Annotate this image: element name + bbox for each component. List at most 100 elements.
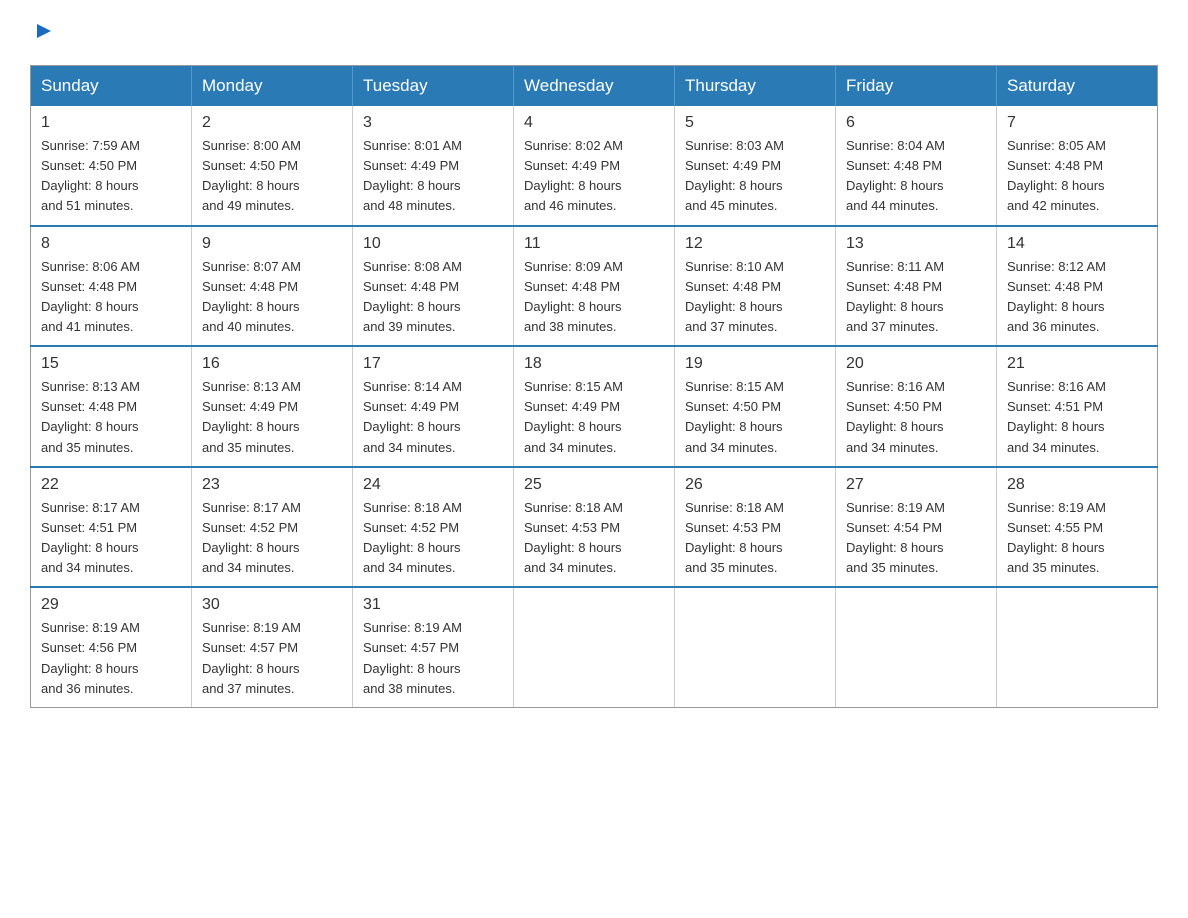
calendar-cell: 21 Sunrise: 8:16 AM Sunset: 4:51 PM Dayl… bbox=[997, 346, 1158, 467]
logo-arrow-icon bbox=[33, 20, 55, 47]
day-number: 10 bbox=[363, 235, 503, 253]
day-info: Sunrise: 8:17 AM Sunset: 4:51 PM Dayligh… bbox=[41, 498, 181, 579]
calendar-cell: 3 Sunrise: 8:01 AM Sunset: 4:49 PM Dayli… bbox=[353, 106, 514, 226]
day-header-saturday: Saturday bbox=[997, 66, 1158, 107]
day-info: Sunrise: 8:19 AM Sunset: 4:55 PM Dayligh… bbox=[1007, 498, 1147, 579]
day-number: 26 bbox=[685, 476, 825, 494]
calendar-cell: 11 Sunrise: 8:09 AM Sunset: 4:48 PM Dayl… bbox=[514, 226, 675, 347]
day-number: 9 bbox=[202, 235, 342, 253]
day-info: Sunrise: 8:18 AM Sunset: 4:53 PM Dayligh… bbox=[524, 498, 664, 579]
calendar-cell: 30 Sunrise: 8:19 AM Sunset: 4:57 PM Dayl… bbox=[192, 587, 353, 707]
day-number: 5 bbox=[685, 114, 825, 132]
day-number: 20 bbox=[846, 355, 986, 373]
calendar-cell: 27 Sunrise: 8:19 AM Sunset: 4:54 PM Dayl… bbox=[836, 467, 997, 588]
day-number: 28 bbox=[1007, 476, 1147, 494]
calendar-cell: 31 Sunrise: 8:19 AM Sunset: 4:57 PM Dayl… bbox=[353, 587, 514, 707]
calendar-week-row: 8 Sunrise: 8:06 AM Sunset: 4:48 PM Dayli… bbox=[31, 226, 1158, 347]
calendar-cell bbox=[675, 587, 836, 707]
day-number: 11 bbox=[524, 235, 664, 253]
day-info: Sunrise: 8:18 AM Sunset: 4:53 PM Dayligh… bbox=[685, 498, 825, 579]
day-number: 3 bbox=[363, 114, 503, 132]
day-number: 4 bbox=[524, 114, 664, 132]
day-number: 17 bbox=[363, 355, 503, 373]
calendar-cell: 1 Sunrise: 7:59 AM Sunset: 4:50 PM Dayli… bbox=[31, 106, 192, 226]
day-number: 22 bbox=[41, 476, 181, 494]
day-header-tuesday: Tuesday bbox=[353, 66, 514, 107]
day-info: Sunrise: 8:07 AM Sunset: 4:48 PM Dayligh… bbox=[202, 257, 342, 338]
day-header-sunday: Sunday bbox=[31, 66, 192, 107]
day-number: 6 bbox=[846, 114, 986, 132]
day-info: Sunrise: 8:19 AM Sunset: 4:56 PM Dayligh… bbox=[41, 618, 181, 699]
day-number: 30 bbox=[202, 596, 342, 614]
calendar-cell: 25 Sunrise: 8:18 AM Sunset: 4:53 PM Dayl… bbox=[514, 467, 675, 588]
calendar-cell: 7 Sunrise: 8:05 AM Sunset: 4:48 PM Dayli… bbox=[997, 106, 1158, 226]
calendar-cell: 10 Sunrise: 8:08 AM Sunset: 4:48 PM Dayl… bbox=[353, 226, 514, 347]
calendar-week-row: 29 Sunrise: 8:19 AM Sunset: 4:56 PM Dayl… bbox=[31, 587, 1158, 707]
day-info: Sunrise: 8:06 AM Sunset: 4:48 PM Dayligh… bbox=[41, 257, 181, 338]
calendar-cell: 2 Sunrise: 8:00 AM Sunset: 4:50 PM Dayli… bbox=[192, 106, 353, 226]
day-info: Sunrise: 8:01 AM Sunset: 4:49 PM Dayligh… bbox=[363, 136, 503, 217]
day-info: Sunrise: 8:12 AM Sunset: 4:48 PM Dayligh… bbox=[1007, 257, 1147, 338]
day-info: Sunrise: 8:02 AM Sunset: 4:49 PM Dayligh… bbox=[524, 136, 664, 217]
day-number: 31 bbox=[363, 596, 503, 614]
day-number: 15 bbox=[41, 355, 181, 373]
day-header-wednesday: Wednesday bbox=[514, 66, 675, 107]
day-number: 7 bbox=[1007, 114, 1147, 132]
day-number: 29 bbox=[41, 596, 181, 614]
day-info: Sunrise: 8:19 AM Sunset: 4:57 PM Dayligh… bbox=[202, 618, 342, 699]
day-info: Sunrise: 8:13 AM Sunset: 4:48 PM Dayligh… bbox=[41, 377, 181, 458]
day-info: Sunrise: 8:05 AM Sunset: 4:48 PM Dayligh… bbox=[1007, 136, 1147, 217]
calendar-table: SundayMondayTuesdayWednesdayThursdayFrid… bbox=[30, 65, 1158, 708]
day-info: Sunrise: 8:19 AM Sunset: 4:57 PM Dayligh… bbox=[363, 618, 503, 699]
day-number: 8 bbox=[41, 235, 181, 253]
calendar-cell: 23 Sunrise: 8:17 AM Sunset: 4:52 PM Dayl… bbox=[192, 467, 353, 588]
day-number: 12 bbox=[685, 235, 825, 253]
calendar-week-row: 15 Sunrise: 8:13 AM Sunset: 4:48 PM Dayl… bbox=[31, 346, 1158, 467]
day-number: 19 bbox=[685, 355, 825, 373]
day-header-friday: Friday bbox=[836, 66, 997, 107]
logo bbox=[30, 20, 55, 45]
calendar-cell bbox=[997, 587, 1158, 707]
day-number: 24 bbox=[363, 476, 503, 494]
calendar-cell: 28 Sunrise: 8:19 AM Sunset: 4:55 PM Dayl… bbox=[997, 467, 1158, 588]
calendar-cell: 24 Sunrise: 8:18 AM Sunset: 4:52 PM Dayl… bbox=[353, 467, 514, 588]
page-header bbox=[30, 20, 1158, 45]
day-info: Sunrise: 8:09 AM Sunset: 4:48 PM Dayligh… bbox=[524, 257, 664, 338]
calendar-cell: 29 Sunrise: 8:19 AM Sunset: 4:56 PM Dayl… bbox=[31, 587, 192, 707]
calendar-cell bbox=[514, 587, 675, 707]
day-info: Sunrise: 8:19 AM Sunset: 4:54 PM Dayligh… bbox=[846, 498, 986, 579]
day-info: Sunrise: 8:11 AM Sunset: 4:48 PM Dayligh… bbox=[846, 257, 986, 338]
day-number: 18 bbox=[524, 355, 664, 373]
day-number: 2 bbox=[202, 114, 342, 132]
calendar-week-row: 22 Sunrise: 8:17 AM Sunset: 4:51 PM Dayl… bbox=[31, 467, 1158, 588]
day-number: 21 bbox=[1007, 355, 1147, 373]
day-info: Sunrise: 8:16 AM Sunset: 4:50 PM Dayligh… bbox=[846, 377, 986, 458]
calendar-cell: 19 Sunrise: 8:15 AM Sunset: 4:50 PM Dayl… bbox=[675, 346, 836, 467]
calendar-cell bbox=[836, 587, 997, 707]
day-number: 25 bbox=[524, 476, 664, 494]
day-number: 14 bbox=[1007, 235, 1147, 253]
calendar-cell: 12 Sunrise: 8:10 AM Sunset: 4:48 PM Dayl… bbox=[675, 226, 836, 347]
day-number: 1 bbox=[41, 114, 181, 132]
calendar-cell: 14 Sunrise: 8:12 AM Sunset: 4:48 PM Dayl… bbox=[997, 226, 1158, 347]
day-info: Sunrise: 8:10 AM Sunset: 4:48 PM Dayligh… bbox=[685, 257, 825, 338]
day-info: Sunrise: 7:59 AM Sunset: 4:50 PM Dayligh… bbox=[41, 136, 181, 217]
day-header-thursday: Thursday bbox=[675, 66, 836, 107]
calendar-cell: 4 Sunrise: 8:02 AM Sunset: 4:49 PM Dayli… bbox=[514, 106, 675, 226]
header-row: SundayMondayTuesdayWednesdayThursdayFrid… bbox=[31, 66, 1158, 107]
calendar-cell: 6 Sunrise: 8:04 AM Sunset: 4:48 PM Dayli… bbox=[836, 106, 997, 226]
day-number: 16 bbox=[202, 355, 342, 373]
day-info: Sunrise: 8:15 AM Sunset: 4:49 PM Dayligh… bbox=[524, 377, 664, 458]
day-info: Sunrise: 8:04 AM Sunset: 4:48 PM Dayligh… bbox=[846, 136, 986, 217]
day-info: Sunrise: 8:18 AM Sunset: 4:52 PM Dayligh… bbox=[363, 498, 503, 579]
calendar-week-row: 1 Sunrise: 7:59 AM Sunset: 4:50 PM Dayli… bbox=[31, 106, 1158, 226]
calendar-cell: 26 Sunrise: 8:18 AM Sunset: 4:53 PM Dayl… bbox=[675, 467, 836, 588]
calendar-cell: 5 Sunrise: 8:03 AM Sunset: 4:49 PM Dayli… bbox=[675, 106, 836, 226]
day-info: Sunrise: 8:17 AM Sunset: 4:52 PM Dayligh… bbox=[202, 498, 342, 579]
calendar-cell: 20 Sunrise: 8:16 AM Sunset: 4:50 PM Dayl… bbox=[836, 346, 997, 467]
day-number: 23 bbox=[202, 476, 342, 494]
day-info: Sunrise: 8:08 AM Sunset: 4:48 PM Dayligh… bbox=[363, 257, 503, 338]
calendar-cell: 22 Sunrise: 8:17 AM Sunset: 4:51 PM Dayl… bbox=[31, 467, 192, 588]
day-number: 27 bbox=[846, 476, 986, 494]
day-info: Sunrise: 8:13 AM Sunset: 4:49 PM Dayligh… bbox=[202, 377, 342, 458]
